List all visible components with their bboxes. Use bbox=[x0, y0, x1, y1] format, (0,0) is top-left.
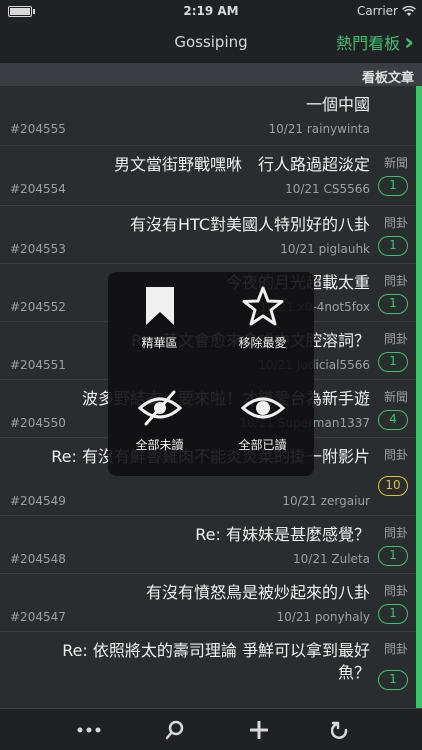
list-item[interactable]: 問卦 1 Re: 有妹妹是甚麼感覺？ 10/21 Zuleta #204548 bbox=[0, 516, 422, 574]
article-number: #204551 bbox=[10, 358, 66, 372]
article-meta: 10/21 zergaiur bbox=[282, 494, 370, 508]
article-title: Re: 有妹妹是甚麼感覺？ bbox=[195, 525, 370, 544]
digest-button[interactable]: 精華區 bbox=[108, 272, 211, 374]
article-meta: 10/21 rainywinta bbox=[268, 122, 370, 136]
article-category: 問卦 bbox=[383, 584, 408, 598]
mark-all-unread-label: 全部未讀 bbox=[135, 438, 184, 452]
push-count-badge: 1 bbox=[378, 604, 408, 624]
push-count-badge: 1 bbox=[378, 670, 408, 690]
refresh-icon bbox=[331, 721, 348, 739]
article-category: 問卦 bbox=[383, 274, 408, 288]
article-category: 新聞 bbox=[383, 390, 408, 404]
push-count-badge: 1 bbox=[378, 352, 408, 372]
list-item[interactable]: 問卦 1 有沒有憤怒鳥是被炒起來的八卦 10/21 ponyhaly #2045… bbox=[0, 574, 422, 632]
carrier-info: Carrier bbox=[357, 4, 416, 18]
article-meta: 10/21 ponyhaly bbox=[276, 610, 370, 624]
article-number: #204550 bbox=[10, 416, 66, 430]
add-icon bbox=[250, 721, 268, 739]
digest-label: 精華區 bbox=[141, 336, 178, 350]
article-number: #204553 bbox=[10, 242, 66, 256]
eye-slash-icon bbox=[137, 390, 182, 426]
article-meta: 10/21 Zuleta bbox=[293, 552, 370, 566]
push-count-badge: 1 bbox=[378, 294, 408, 314]
back-label: 熱門看板 bbox=[336, 34, 401, 53]
article-number: #204552 bbox=[10, 300, 66, 314]
article-title: Re: 依照將太的壽司理論 爭鮮可以拿到最好魚？ bbox=[62, 641, 370, 682]
search-icon bbox=[165, 720, 184, 740]
remove-favorite-button[interactable]: 移除最愛 bbox=[211, 272, 314, 374]
bottom-toolbar bbox=[0, 708, 422, 750]
push-count-badge: 1 bbox=[378, 176, 408, 196]
eye-icon bbox=[240, 397, 285, 419]
article-title: 有沒有憤怒鳥是被炒起來的八卦 bbox=[145, 583, 370, 602]
navigation-bar: Gossiping 熱門看板 › bbox=[0, 22, 422, 64]
article-category: 問卦 bbox=[383, 332, 408, 346]
mark-all-read-label: 全部已讀 bbox=[238, 438, 287, 452]
section-header: 看板文章 bbox=[0, 64, 422, 86]
more-icon bbox=[77, 727, 101, 733]
article-meta: 10/21 CS5566 bbox=[285, 182, 370, 196]
mark-all-unread-button[interactable]: 全部未讀 bbox=[108, 374, 211, 476]
add-button[interactable] bbox=[244, 717, 274, 743]
list-item[interactable]: 問卦 1 Re: 依照將太的壽司理論 爭鮮可以拿到最好魚？ bbox=[0, 632, 422, 708]
scroll-indicator bbox=[416, 86, 422, 708]
article-category: 新聞 bbox=[383, 156, 408, 170]
list-item[interactable]: 新聞 1 男文當街野戰嘿咻 行人路過超淡定 10/21 CS5566 #2045… bbox=[0, 146, 422, 206]
article-number: #204547 bbox=[10, 610, 66, 624]
back-button[interactable]: 熱門看板 › bbox=[336, 30, 414, 54]
push-count-badge: 10 bbox=[378, 476, 408, 496]
bookmark-icon bbox=[145, 287, 174, 325]
article-category: 問卦 bbox=[383, 216, 408, 230]
article-title: 有沒有HTC對美國人特別好的八卦 bbox=[129, 215, 370, 234]
push-count-badge: 4 bbox=[378, 410, 408, 430]
status-bar: 2:19 AM Carrier bbox=[0, 0, 422, 22]
article-category: 問卦 bbox=[383, 448, 408, 462]
article-number: #204555 bbox=[10, 122, 66, 136]
article-category: 問卦 bbox=[383, 526, 408, 540]
list-item[interactable]: 一個中國 10/21 rainywinta #204555 bbox=[0, 86, 422, 146]
search-button[interactable] bbox=[160, 717, 190, 743]
article-number: #204554 bbox=[10, 182, 66, 196]
action-popup: 精華區 移除最愛 全部未讀 全部已讀 bbox=[108, 272, 314, 476]
article-title: 男文當街野戰嘿咻 行人路過超淡定 bbox=[113, 155, 370, 174]
article-meta: 10/21 piglauhk bbox=[280, 242, 370, 256]
article-number: #204548 bbox=[10, 552, 66, 566]
star-icon bbox=[242, 286, 283, 326]
list-item[interactable]: 問卦 1 有沒有HTC對美國人特別好的八卦 10/21 piglauhk #20… bbox=[0, 206, 422, 264]
chevron-right-icon: › bbox=[404, 28, 414, 56]
carrier-label: Carrier bbox=[356, 4, 398, 18]
push-count-badge: 1 bbox=[378, 546, 408, 566]
more-button[interactable] bbox=[74, 717, 104, 743]
wifi-icon bbox=[402, 5, 416, 16]
section-label: 看板文章 bbox=[361, 71, 414, 86]
push-count-badge: 1 bbox=[378, 236, 408, 256]
article-title: 一個中國 bbox=[305, 95, 370, 114]
article-number: #204549 bbox=[10, 494, 66, 508]
article-category: 問卦 bbox=[383, 642, 408, 656]
remove-favorite-label: 移除最愛 bbox=[238, 336, 287, 350]
refresh-button[interactable] bbox=[326, 717, 356, 743]
mark-all-read-button[interactable]: 全部已讀 bbox=[211, 374, 314, 476]
